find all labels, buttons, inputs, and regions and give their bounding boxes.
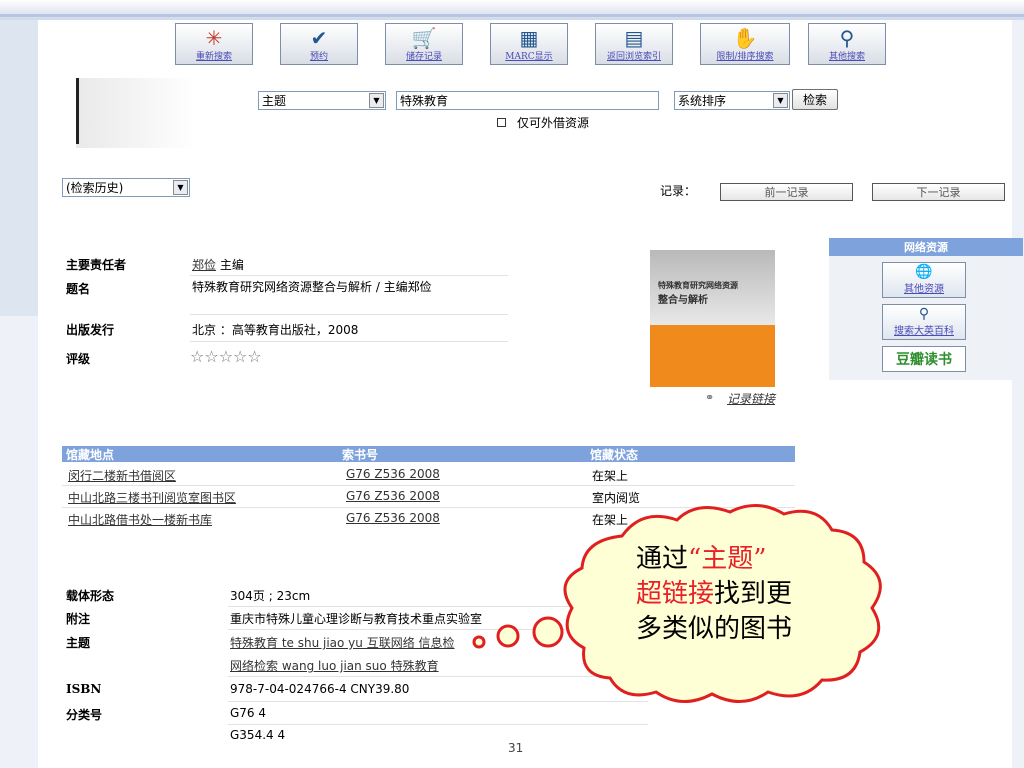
divider	[190, 341, 508, 342]
chain-link-icon: ⚭	[705, 391, 715, 404]
detail-value-isbn: 978-7-04-024766-4 CNY39.80	[230, 682, 410, 696]
holdings-header-status: 馆藏状态	[586, 446, 795, 462]
detail-label-format: 载体形态	[66, 589, 115, 603]
other-search-button[interactable]: ⚲ 其他搜索	[808, 23, 886, 65]
search-history-select[interactable]: (检索历史) ▼	[62, 178, 190, 197]
divider	[190, 275, 508, 276]
detail-value-publisher: 北京 ：高等教育出版社，2008	[192, 323, 359, 337]
callout-line-1: 通过“主题”	[636, 544, 767, 574]
detail-label-title: 题名	[66, 282, 91, 296]
slide-left-strip-lower	[0, 316, 38, 768]
loanable-only-label: 仅可外借资源	[517, 116, 590, 130]
callout-line-3: 多类似的图书	[636, 614, 793, 644]
detail-value-notes: 重庆市特殊儿童心理诊断与教育技术重点实验室	[230, 612, 483, 626]
detail-value-classification: G76 4	[230, 706, 267, 720]
detail-label-publisher: 出版发行	[66, 323, 115, 337]
detail-value-author: 郑俭 主编	[192, 258, 244, 272]
marc-grid-icon: ▦	[519, 26, 539, 50]
search-query-input[interactable]: 特殊教育	[396, 91, 659, 110]
holding-callnumber-link[interactable]: G76 Z536 2008	[346, 467, 440, 481]
network-resources-header: 网络资源	[829, 238, 1023, 256]
rating-stars[interactable]: ☆☆☆☆☆	[190, 347, 262, 366]
divider	[228, 724, 648, 725]
list-index-icon: ▤	[624, 26, 644, 50]
slide-right-strip	[1012, 20, 1024, 768]
detail-label-isbn: ISBN	[66, 682, 102, 696]
magnifier-icon: ⚲	[918, 306, 930, 322]
other-resources-button[interactable]: 🌐 其他资源	[882, 262, 966, 298]
new-search-button[interactable]: ✳ 重新搜索	[175, 23, 253, 65]
holding-location-link[interactable]: 中山北路三楼书刊阅览室图书区	[68, 489, 236, 506]
previous-record-button[interactable]: 前一记录	[720, 183, 853, 201]
holdings-header-callnumber: 索书号	[338, 446, 586, 462]
slide-top-line	[0, 14, 1024, 17]
detail-label-subject: 主题	[66, 636, 91, 650]
book-cover-image: 特殊教育研究网络资源 整合与解析	[650, 250, 775, 387]
holding-status: 在架上	[592, 469, 629, 483]
cart-icon: 🛒	[411, 26, 437, 50]
dropdown-arrow-icon: ▼	[173, 180, 188, 195]
search-field-select[interactable]: 主题 ▼	[258, 91, 386, 110]
holding-callnumber-link[interactable]: G76 Z536 2008	[346, 489, 440, 503]
loanable-only-checkbox[interactable]	[497, 118, 506, 127]
detail-label-rating: 评级	[66, 352, 91, 366]
detail-value-classification-2: G354.4 4	[230, 728, 286, 742]
reserve-button[interactable]: ✔ 预约	[280, 23, 358, 65]
holding-callnumber-link[interactable]: G76 Z536 2008	[346, 511, 440, 525]
limit-sort-search-button[interactable]: ✋ 限制/排序搜索	[700, 23, 790, 65]
hand-magnifier-icon: ✋	[732, 26, 758, 50]
table-row-divider	[62, 485, 795, 486]
dropdown-arrow-icon: ▼	[369, 93, 384, 108]
holding-location-link[interactable]: 闵行二楼新书借阅区	[68, 467, 176, 484]
next-record-button[interactable]: 下一记录	[872, 183, 1005, 201]
decorative-panel-edge	[76, 78, 79, 144]
holding-location-link[interactable]: 中山北路借书处一楼新书库	[68, 511, 212, 528]
page-number: 31	[508, 741, 524, 755]
marc-display-button[interactable]: ▦ MARC显示	[490, 23, 568, 65]
asterisk-icon: ✳	[205, 26, 223, 50]
detail-value-format: 304页 ; 23cm	[230, 589, 311, 603]
slide-left-strip	[0, 20, 38, 316]
magnifier-icon: ⚲	[839, 26, 855, 50]
detail-label-author: 主要责任者	[66, 258, 127, 272]
holdings-header-location: 馆藏地点	[62, 446, 338, 462]
detail-label-notes: 附注	[66, 612, 91, 626]
author-link[interactable]: 郑俭	[192, 258, 216, 272]
globe-icon: 🌐	[915, 264, 933, 280]
save-records-button[interactable]: 🛒 储存记录	[385, 23, 463, 65]
britannica-search-button[interactable]: ⚲ 搜索大英百科	[882, 304, 966, 340]
decorative-panel	[76, 78, 196, 148]
search-submit-button[interactable]: 检索	[792, 89, 838, 110]
detail-label-classification: 分类号	[66, 708, 103, 722]
dropdown-arrow-icon: ▼	[773, 93, 788, 108]
douban-books-button[interactable]: 豆瓣读书	[882, 346, 966, 372]
sort-order-select[interactable]: 系统排序 ▼	[674, 91, 790, 110]
subject-link[interactable]: 网络检索 wang luo jian suo 特殊教育	[230, 657, 439, 674]
checkmark-icon: ✔	[310, 26, 328, 50]
subject-link[interactable]: 特殊教育 te shu jiao yu 互联网络 信息检	[230, 634, 455, 651]
divider	[190, 314, 508, 315]
detail-value-title: 特殊教育研究网络资源整合与解析 / 主编郑俭	[192, 280, 432, 294]
slide-top-band	[0, 0, 1024, 20]
return-browse-index-button[interactable]: ▤ 返回浏览索引	[595, 23, 673, 65]
record-permalink[interactable]: 记录链接	[727, 390, 775, 407]
callout-line-2: 超链接找到更	[636, 579, 793, 609]
record-nav-label: 记录：	[660, 184, 697, 198]
